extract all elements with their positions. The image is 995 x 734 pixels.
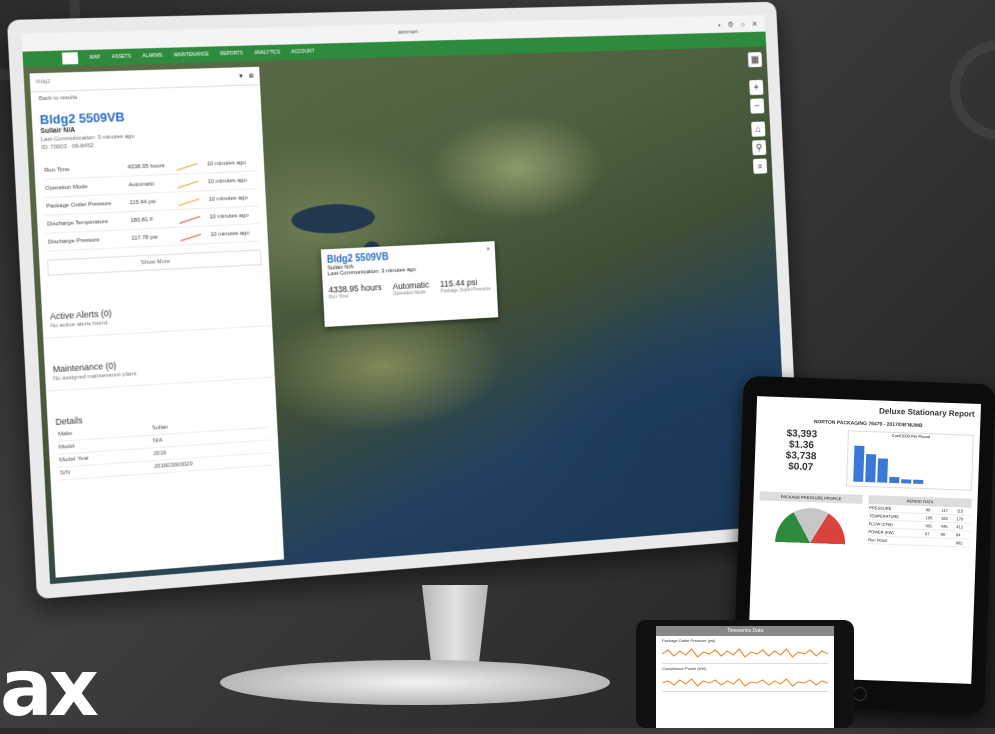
metric-value: 180.81 F	[128, 209, 179, 230]
search-map-button[interactable]: ⌕	[752, 158, 768, 174]
trend-chart	[661, 645, 829, 664]
browser-controls[interactable]: • ⚙ ○ ✕	[718, 19, 760, 28]
close-icon[interactable]: ×	[486, 244, 491, 253]
cell: 862	[954, 538, 971, 548]
nav-item-map[interactable]: MAP	[90, 55, 101, 61]
chart-bar	[901, 479, 912, 484]
monitor-base	[220, 660, 610, 705]
metric-age: 10 minutes ago	[204, 153, 257, 174]
background-ring	[950, 40, 995, 140]
sparkline-icon	[176, 190, 208, 210]
close-search-icon[interactable]: ⊗	[248, 72, 254, 80]
metric-value: 4338.95 hours	[125, 156, 176, 177]
chart-bar	[889, 476, 900, 484]
stat-label: Operation Mode	[392, 289, 426, 298]
sparkline-icon	[174, 155, 206, 175]
popup-stat: Automatic Operation Mode	[392, 280, 429, 297]
phone-screen: Timeseries Data Package Outlet Pressure …	[656, 626, 834, 728]
metric-age: 10 minutes ago	[205, 170, 258, 191]
metric-value: 117.78 psi	[128, 227, 180, 248]
locate-button[interactable]: ⚲	[752, 139, 767, 156]
metric-value: 115.44 psi	[127, 191, 178, 212]
trend-line	[661, 648, 829, 658]
tablet-home-button[interactable]	[852, 686, 868, 702]
trend-label: Compressor Power (KW)	[662, 666, 707, 671]
layers-button[interactable]: ▦	[747, 52, 763, 68]
monitor-screen: airsmart • ⚙ ○ ✕ MAP ASSETS ALARMS MAINT…	[21, 14, 790, 585]
nav-item-assets[interactable]: ASSETS	[112, 54, 131, 60]
map-popup: × Bldg2 5509VB Sullair N/A Last Communic…	[320, 241, 499, 327]
filter-icon[interactable]: ▾	[239, 72, 243, 80]
chart-bar	[913, 479, 924, 485]
period-data: PERIOD DATA PRESSURE 98 117 115 TEMPERATURE…	[867, 491, 972, 549]
report-summary: $3,393 $1.36 $3,738 $0.07 Cost/1000 Per …	[760, 427, 974, 491]
nav-item-alarms[interactable]: ALARMS	[142, 53, 162, 59]
app-logo[interactable]	[61, 52, 79, 65]
trend-chart	[661, 673, 829, 692]
metric-name: Discharge Pressure	[45, 229, 130, 252]
stat-label: Package Outlet Pressure	[440, 286, 491, 295]
metric-age: 10 minutes ago	[206, 188, 259, 209]
home-button[interactable]: ⌂	[751, 121, 766, 137]
metric-age: 10 minutes ago	[208, 223, 261, 244]
popup-stat: 115.44 psi Package Outlet Pressure	[440, 277, 491, 295]
zoom-out-button[interactable]: −	[750, 98, 765, 114]
nav-item-account[interactable]: ACCOUNT	[291, 49, 314, 55]
search-input[interactable]: bldg2	[36, 73, 234, 85]
chart-title: Cost/1000 Per Pound	[891, 432, 931, 440]
report-details: PACKAGE PRESSURE PROFILE PERIOD DATA PRE…	[758, 487, 972, 548]
pressure-profile: PACKAGE PRESSURE PROFILE	[758, 487, 863, 545]
brand-logo-fragment: ax	[0, 644, 99, 734]
metric-value: Automatic	[126, 174, 177, 194]
sparkline-icon	[175, 173, 207, 192]
phone-header: Timeseries Data	[656, 626, 834, 636]
zoom-in-button[interactable]: +	[749, 79, 764, 96]
chart-bar	[865, 454, 877, 483]
trend-line	[661, 678, 829, 687]
asset-detail-panel: bldg2 ▾ ⊗ Back to results Bldg2 5509VB S…	[29, 66, 285, 578]
gauge-title: PACKAGE PRESSURE PROFILE	[759, 491, 863, 504]
sparkline-icon	[178, 225, 209, 246]
popup-stats: 4338.95 hours Run Time Automatic Operation…	[328, 277, 491, 300]
nav-item-maintenance[interactable]: MAINTENANCE	[174, 52, 209, 59]
chart-bar	[853, 445, 865, 482]
cost-chart: Cost/1000 Per Pound	[846, 430, 974, 491]
map-lake	[290, 202, 376, 236]
cost-figures: $3,393 $1.36 $3,738 $0.07	[760, 427, 842, 486]
nav-item-reports[interactable]: REPORTS	[220, 51, 243, 58]
trend-label: Package Outlet Pressure (psi)	[662, 638, 716, 643]
popup-stat: 4338.95 hours Run Time	[328, 282, 382, 300]
phone-device: Timeseries Data Package Outlet Pressure …	[636, 620, 854, 728]
chart-bar	[877, 458, 889, 483]
report-title: Deluxe Stationary Report	[878, 406, 975, 419]
period-table: PRESSURE 98 117 115 TEMPERATURE 165 182 176 FL…	[867, 504, 972, 548]
sparkline-icon	[177, 208, 209, 228]
address-bar[interactable]: airsmart	[398, 29, 418, 35]
pressure-gauge	[774, 506, 846, 545]
cost-value: $0.07	[787, 461, 814, 474]
desktop-monitor: airsmart • ⚙ ○ ✕ MAP ASSETS ALARMS MAINT…	[6, 1, 802, 600]
metrics-table: Run Time 4338.95 hours 10 minutes ago Op…	[42, 153, 261, 252]
show-more-button[interactable]: Show More	[47, 249, 262, 276]
nav-item-analytics[interactable]: ANALYTICS	[254, 50, 280, 57]
cell: Run Hours	[867, 535, 924, 546]
